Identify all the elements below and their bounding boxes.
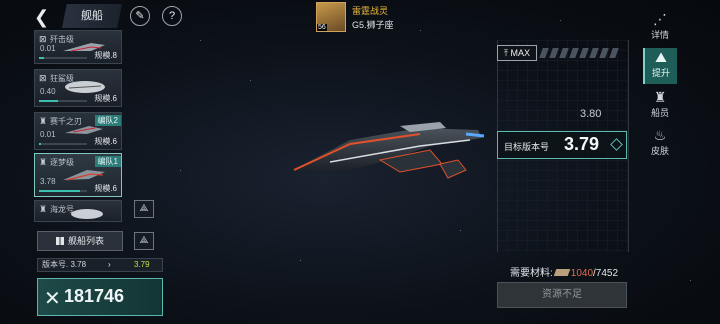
star [250,80,251,81]
target-version-label: 目标版本号 [504,142,550,152]
ship-scale: 规模.6 [94,184,117,193]
nav-skin[interactable]: ♨ 皮肤 [643,126,677,162]
insufficient-resources-button[interactable]: 资源不足 [497,282,627,308]
next-version: 3.79 [134,260,150,269]
diamond-icon [610,138,623,151]
have-amount: 1040 [570,268,594,279]
action-label: 资源不足 [542,289,582,300]
fleet-formation-icon[interactable]: ⟁ [134,200,154,218]
chevron-right-icon: › [108,260,111,269]
nav-details[interactable]: ⋰ 详情 [643,10,677,46]
ship-scale: 规模.8 [94,51,117,60]
star [180,170,181,171]
nav-upgrade[interactable]: ⛰ 提升 [643,48,677,84]
ship-list-button[interactable]: 舰船列表 [37,231,123,251]
skin-icon: ♨ [653,127,667,143]
grid-icon [56,237,64,245]
level-bars [539,48,627,58]
ship-type-icon: ⊠ [39,73,47,83]
commander-avatar[interactable]: 56 [316,2,346,32]
ship-card-1[interactable]: ⊠ 狂鲨级 0.40 规模.6 [34,69,122,107]
ship-card-2[interactable]: ♜ 赛千之刃 编队2 0.01 规模.6 [34,112,122,150]
commander-level: 56 [317,24,327,31]
ship-list-label: 舰船列表 [68,236,105,246]
ship-model [292,122,485,179]
star [300,260,301,261]
question-icon[interactable]: ? [162,6,182,26]
ship-version: 0.01 [40,44,56,53]
target-version-box[interactable]: 目标版本号 3.79 [497,131,627,159]
nav-label: 皮肤 [650,146,669,156]
combat-power-value: 181746 [64,286,125,306]
commander-name: 雷霆战灵 [352,6,389,16]
nav-label: 详情 [650,30,669,40]
grid-icon: ⋰ [653,11,667,27]
ship-thumbnail-icon [71,209,103,219]
ship-progress [39,190,87,192]
max-button[interactable]: ⤒ MAX [497,45,537,61]
need-amount: /7452 [593,268,619,279]
combat-power-panel: ✕ 181746 [37,278,163,316]
ship-progress [39,143,87,145]
ship-version: 0.40 [40,87,56,96]
back-arrow-icon[interactable]: ❮ [34,8,54,26]
ship-scale: 规模.6 [94,94,117,103]
ship-scale: 规模.6 [94,137,117,146]
fleet-emblem-icon[interactable]: ⟁ [134,232,154,250]
quill-icon[interactable]: ✎ [130,6,150,26]
nav-crew[interactable]: ♜ 船员 [643,88,677,124]
upgrade-icon: ⛰ [655,49,667,65]
ship-progress [39,57,87,59]
crew-icon: ♜ [653,89,667,105]
ship-version: 0.01 [40,130,56,139]
star [690,280,691,281]
material-icon [553,269,571,276]
nav-label: 提升 [651,68,670,78]
version-row: 版本号. 3.78 › 3.79 [37,258,163,272]
version-label: 版本号. 3.78 [42,260,87,269]
current-version: 3.80 [580,108,602,120]
ship-card-4[interactable]: ♜ 海龙号 [34,200,122,222]
ship-type-icon: ♜ [39,116,48,126]
star [460,230,461,231]
nav-label: 船员 [650,108,669,118]
star [200,40,201,41]
ship-version: 3.78 [40,177,56,186]
max-label: MAX [510,48,530,58]
ship-card-0[interactable]: ⊠ 歼击级 0.01 规模.8 [34,30,122,64]
crossed-swords-icon: ✕ [44,288,61,310]
ship-progress [39,100,87,102]
need-label: 需要材料: [510,268,553,279]
target-version-value: 3.79 [564,134,600,154]
help-glyph: ? [168,10,176,22]
ship-thumbnail-icon [63,170,105,181]
commander-grade: G5.狮子座 [352,20,394,30]
page-title: 舰船 [62,4,122,28]
ship-card-3-selected[interactable]: ♜ 逐梦级 编队1 3.78 规模.6 [34,153,122,197]
required-materials: 需要材料: 1040/7452 [510,264,618,279]
ship-type-icon: ♜ [39,204,48,214]
ship-type-icon: ♜ [39,157,48,167]
star [420,30,421,31]
star [560,20,561,21]
